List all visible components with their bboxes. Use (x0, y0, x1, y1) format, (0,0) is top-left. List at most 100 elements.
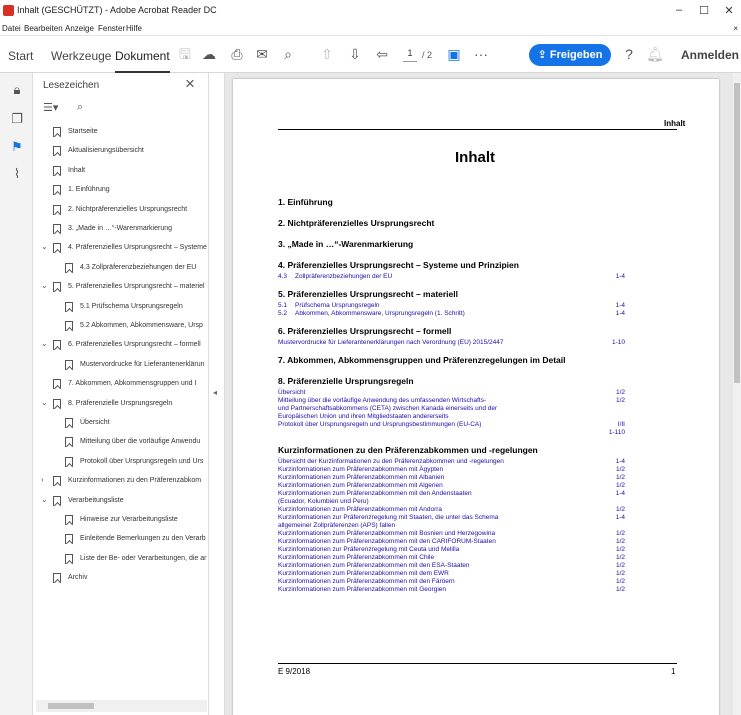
toc-link[interactable]: Kurzinformationen zum Präferenzabkommen … (278, 482, 443, 489)
toc-link[interactable]: Kurzinformationen zum Präferenzabkommen … (278, 538, 496, 545)
toc-section-number[interactable]: 5.2 (278, 310, 287, 317)
toc-page-ref[interactable]: 1-4 (595, 514, 625, 521)
lock-icon[interactable]: 🔒︎ (9, 82, 25, 98)
bookmark-item[interactable]: 2. Nichtpräferenzielles Ursprungsrecht (33, 203, 209, 219)
back-icon[interactable]: ⇦ (373, 45, 391, 63)
toc-page-ref[interactable]: 1/2 (595, 546, 625, 553)
previous-page-icon[interactable]: ⇧ (318, 45, 336, 63)
toc-page-ref[interactable]: 1-4 (595, 490, 625, 497)
menu-hilfe[interactable]: Hilfe (126, 24, 142, 33)
toc-link[interactable]: Kurzinformationen zum Präferenzabkommen … (278, 474, 444, 481)
tab-dokument[interactable]: Dokument (115, 49, 170, 63)
bookmark-item[interactable]: Hinweise zur Verarbeitungsliste (33, 513, 209, 529)
bookmarks-icon[interactable]: ⚑ (9, 139, 25, 155)
toc-link[interactable]: Kurzinformationen zum Präferenzabkommen … (278, 490, 472, 497)
toc-page-ref[interactable]: 1/2 (595, 397, 625, 404)
collapse-panel-icon[interactable]: ◂ (213, 388, 217, 397)
toc-page-ref[interactable]: 1-4 (595, 273, 625, 280)
chevron-down-icon[interactable]: ⌄ (41, 398, 48, 407)
options-menu-icon[interactable]: ☰▾ (43, 101, 58, 114)
signin-button[interactable]: Anmelden (681, 48, 739, 62)
toc-link[interactable]: Kurzinformationen zum Präferenzabkommen … (278, 586, 446, 593)
toc-link[interactable]: Prüfschema Ursprungsregeln (295, 302, 380, 309)
toc-page-ref[interactable]: 1/2 (595, 482, 625, 489)
toc-link[interactable]: Kurzinformationen zum Präferenzabkommen … (278, 570, 449, 577)
bookmark-item[interactable]: 5.1 Prüfschema Ursprungsregeln (33, 300, 209, 316)
panel-horizontal-scrollbar[interactable] (36, 700, 207, 712)
toc-link[interactable]: Abkommen, Abkommensware, Ursprungsregeln… (295, 310, 465, 317)
help-icon[interactable]: ? (620, 45, 638, 63)
bookmark-item[interactable]: ⌄ Verarbeitungsliste (33, 494, 209, 510)
toc-link[interactable]: allgemeiner Zollpräferenzen (APS) fallen (278, 522, 395, 529)
toc-page-ref[interactable]: 1-110 (595, 429, 625, 436)
minimize-button[interactable]: – (669, 4, 689, 16)
bookmark-item[interactable]: Aktualisierungsübersicht (33, 144, 209, 160)
toc-link[interactable]: Kurzinformationen zum Präferenzabkommen … (278, 578, 455, 585)
toc-link[interactable]: Kurzinformationen zur Präferenzregelung … (278, 546, 459, 553)
bookmark-item[interactable]: Einleitende Bemerkungen zu den Verarb (33, 532, 209, 548)
bookmark-item[interactable]: Archiv (33, 571, 209, 587)
document-scroll-thumb[interactable] (734, 83, 740, 383)
toc-link[interactable]: Kurzinformationen zum Präferenzabkommen … (278, 554, 434, 561)
bookmark-item[interactable]: › Kurzinformationen zu den Präferenzabkom (33, 474, 209, 490)
toc-page-ref[interactable]: 1/2 (595, 466, 625, 473)
share-button[interactable]: ⇪ Freigeben (529, 44, 611, 66)
bookmark-item[interactable]: Mustervordrucke für Lieferantenerklärun (33, 358, 209, 374)
chevron-down-icon[interactable]: ⌄ (41, 281, 48, 290)
bookmark-item[interactable]: ⌄ 6. Präferenzielles Ursprungsrecht – for… (33, 338, 209, 354)
toc-page-ref[interactable]: I/II (595, 421, 625, 428)
bookmark-item[interactable]: 4.3 Zollpräferenzbeziehungen der EU (33, 261, 209, 277)
toc-link[interactable]: Übersicht (278, 389, 305, 396)
toc-page-ref[interactable]: 1/2 (595, 570, 625, 577)
close-window-button[interactable]: ✕ (719, 4, 739, 17)
toc-page-ref[interactable]: 1/2 (595, 554, 625, 561)
chevron-down-icon[interactable]: ⌄ (41, 242, 48, 251)
close-document-icon[interactable]: × (733, 24, 738, 33)
chevron-right-icon[interactable]: › (41, 475, 44, 484)
toc-link[interactable]: Kurzinformationen zum Präferenzabkommen … (278, 506, 442, 513)
bookmark-item[interactable]: Protokoll über Ursprungsregeln und Urs (33, 455, 209, 471)
toc-link[interactable]: Mitteilung über die vorläufige Anwendung… (278, 397, 486, 404)
toc-section-number[interactable]: 4.3 (278, 273, 287, 280)
toc-link[interactable]: Übersicht der Kurzinformationen zu den P… (278, 458, 504, 465)
bookmark-item[interactable]: 7. Abkommen, Abkommensgruppen und I (33, 377, 209, 393)
menu-datei[interactable]: Datei (2, 24, 21, 33)
page-thumbnails-icon[interactable]: ❐ (9, 111, 25, 127)
bookmark-item[interactable]: ⌄ 5. Präferenzielles Ursprungsrecht – mat… (33, 280, 209, 296)
bookmark-item[interactable]: 5.2 Abkommen, Abkommensware, Ursp (33, 319, 209, 335)
toc-page-ref[interactable]: 1/2 (595, 538, 625, 545)
print-icon[interactable]: ⎙ (228, 45, 246, 63)
maximize-button[interactable]: ☐ (694, 4, 714, 17)
upload-cloud-icon[interactable]: ☁ (200, 45, 218, 63)
toc-link[interactable]: Kurzinformationen zum Präferenzabkommen … (278, 562, 469, 569)
toc-page-ref[interactable]: 1/2 (595, 530, 625, 537)
more-tools-icon[interactable]: ··· (472, 45, 490, 63)
chevron-down-icon[interactable]: ⌄ (41, 495, 48, 504)
toc-page-ref[interactable]: 1/2 (595, 389, 625, 396)
page-number-input[interactable]: 1 (403, 48, 417, 62)
toc-page-ref[interactable]: 1-4 (595, 458, 625, 465)
bookmark-item[interactable]: 3. „Made in …“-Warenmarkierung (33, 222, 209, 238)
next-page-icon[interactable]: ⇩ (346, 45, 364, 63)
toc-page-ref[interactable]: 1/2 (595, 474, 625, 481)
toc-link[interactable]: Protokoll über Ursprungsregeln und Urspr… (278, 421, 481, 428)
menu-bearbeiten[interactable]: Bearbeiten (24, 24, 63, 33)
menu-fenster[interactable]: Fenster (98, 24, 125, 33)
toc-link[interactable]: Mustervordrucke für Lieferantenerklärung… (278, 339, 503, 346)
tab-werkzeuge[interactable]: Werkzeuge (51, 49, 111, 63)
panel-splitter[interactable]: ◂ (209, 73, 225, 715)
document-vertical-scrollbar[interactable] (733, 73, 741, 715)
toc-page-ref[interactable]: 1/2 (595, 586, 625, 593)
tab-start[interactable]: Start (8, 49, 33, 63)
email-icon[interactable]: ✉ (253, 45, 271, 63)
page-layout-icon[interactable]: ▣ (445, 45, 463, 63)
toc-page-ref[interactable]: 1-10 (595, 339, 625, 346)
toc-link[interactable]: Kurzinformationen zum Präferenzabkommen … (278, 530, 495, 537)
save-icon[interactable]: 🖫 (176, 45, 194, 63)
toc-page-ref[interactable]: 1/2 (595, 562, 625, 569)
toc-link[interactable]: Zollpräferenzbeziehungen der EU (295, 273, 392, 280)
close-panel-icon[interactable]: × (185, 74, 195, 94)
toc-page-ref[interactable]: 1/2 (595, 578, 625, 585)
toc-link[interactable]: (Ecuador, Kolumbien und Peru) (278, 498, 369, 505)
bookmark-item[interactable]: Übersicht (33, 416, 209, 432)
